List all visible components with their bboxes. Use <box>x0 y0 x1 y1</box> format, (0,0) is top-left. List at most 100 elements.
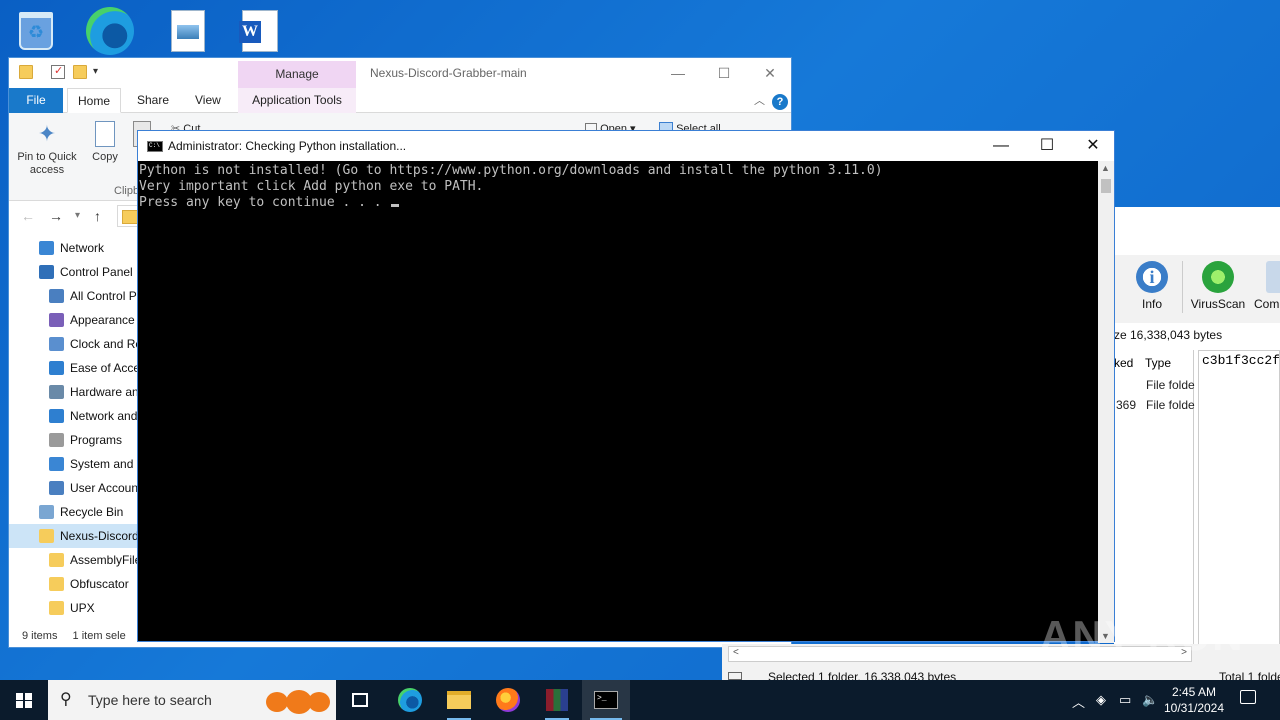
clipboard-group-label: Clipb <box>114 185 140 197</box>
recent-locations-icon[interactable]: ▾ <box>75 210 80 221</box>
start-button[interactable] <box>0 680 48 720</box>
tab-file[interactable]: File <box>9 88 63 113</box>
tab-home[interactable]: Home <box>67 88 122 113</box>
toolbar-divider <box>1182 261 1183 313</box>
volume-icon[interactable]: 🔈 <box>1142 692 1158 708</box>
taskbar-command-prompt[interactable]: >_ <box>582 680 630 720</box>
pin-icon: ✦ <box>37 121 57 146</box>
tab-view[interactable]: View <box>185 88 231 113</box>
up-arrow-icon[interactable]: ↑ <box>94 208 101 224</box>
explorer-minimize-button[interactable]: — <box>655 62 701 84</box>
scroll-thumb[interactable] <box>1101 179 1111 193</box>
explorer-maximize-button[interactable]: ☐ <box>701 62 747 84</box>
tree-item[interactable]: UPX <box>49 596 139 620</box>
console-window[interactable]: Administrator: Checking Python installat… <box>137 130 1115 643</box>
virusscan-button[interactable]: VirusScan <box>1190 261 1246 311</box>
tree-item[interactable]: Obfuscator <box>49 572 139 596</box>
taskbar-search-box[interactable]: ⚲ Type here to search <box>48 680 336 720</box>
tree-item-icon <box>49 577 64 591</box>
ribbon-tabs: File Home Share View Application Tools ︿… <box>9 88 791 113</box>
row-1-type: File folde <box>1146 378 1195 392</box>
folder-icon <box>19 65 33 79</box>
tab-application-tools[interactable]: Application Tools <box>238 88 356 113</box>
properties-icon[interactable] <box>51 64 65 79</box>
console-close-button[interactable]: ✕ <box>1070 131 1116 161</box>
tree-item[interactable]: AssemblyFile <box>49 548 139 572</box>
tree-item-label: UPX <box>70 601 95 615</box>
help-icon[interactable]: ? <box>772 94 788 110</box>
explorer-title-bar: ▾ Manage Nexus-Discord-Grabber-main — ☐ … <box>9 58 791 88</box>
tree-item-label: Network <box>60 241 105 255</box>
tree-item[interactable]: Hardware an <box>49 380 139 404</box>
console-line-2: Very important click Add python exe to P… <box>139 179 484 194</box>
tab-share[interactable]: Share <box>127 88 179 113</box>
copy-icon <box>95 121 115 147</box>
task-view-button[interactable] <box>336 680 384 720</box>
windows-logo-icon <box>16 693 32 708</box>
edge-icon <box>398 688 422 712</box>
selected-count: 1 item sele <box>72 630 126 642</box>
console-output[interactable]: Python is not installed! (Go to https://… <box>138 161 1100 643</box>
column-type[interactable]: Type <box>1145 356 1171 370</box>
back-arrow-icon[interactable]: ← <box>21 208 35 224</box>
winrar-icon <box>546 689 568 711</box>
comment-label: Com <box>1254 297 1280 311</box>
console-title-bar[interactable]: Administrator: Checking Python installat… <box>138 131 1114 161</box>
halloween-pumpkin-icon[interactable] <box>256 686 332 716</box>
quick-access-dropdown-icon[interactable]: ▾ <box>93 66 98 77</box>
tree-item-label: Control Panel <box>60 265 133 279</box>
word-document-icon[interactable]: W <box>236 6 284 56</box>
manage-tab[interactable]: Manage <box>238 61 356 88</box>
pin-to-quick-access-button[interactable]: ✦ Pin to Quick access <box>15 121 79 177</box>
tree-item[interactable]: Network <box>39 236 139 260</box>
show-hidden-icons-icon[interactable]: ︿ <box>1072 692 1085 711</box>
comment-icon <box>1266 261 1280 293</box>
column-packed[interactable]: ked <box>1114 356 1133 370</box>
tree-item[interactable]: Control Panel <box>39 260 139 284</box>
taskbar-winrar[interactable] <box>533 680 581 720</box>
info-button[interactable]: i Info <box>1132 261 1172 311</box>
taskbar-clock[interactable]: 2:45 AM 10/31/2024 <box>1162 684 1226 716</box>
console-maximize-button[interactable]: ☐ <box>1024 131 1070 161</box>
edge-desktop-icon[interactable] <box>86 6 134 56</box>
tree-item-icon <box>49 553 64 567</box>
tree-item-label: System and S <box>70 457 139 471</box>
tree-item[interactable]: System and S <box>49 452 139 476</box>
recycle-bin-icon[interactable] <box>12 6 60 56</box>
comment-button[interactable]: Com <box>1254 261 1280 311</box>
console-scrollbar[interactable]: ▲ ▼ <box>1098 161 1114 643</box>
virusscan-label: VirusScan <box>1190 297 1246 311</box>
network-icon[interactable]: ▭ <box>1119 692 1131 708</box>
console-minimize-button[interactable]: — <box>978 131 1024 161</box>
tree-item-icon <box>49 457 64 471</box>
tree-item[interactable]: Programs <box>49 428 139 452</box>
taskbar-firefox[interactable] <box>484 680 532 720</box>
new-folder-icon[interactable] <box>73 65 87 79</box>
collapse-ribbon-icon[interactable]: ︿ <box>754 92 765 108</box>
hash-panel: c3b1f3cc2f <box>1198 350 1280 648</box>
tree-item[interactable]: Nexus-Discord <box>9 524 139 548</box>
taskbar-file-explorer[interactable] <box>435 680 483 720</box>
scroll-up-icon[interactable]: ▲ <box>1101 163 1110 173</box>
notification-center-icon[interactable] <box>1240 690 1256 704</box>
taskbar-edge[interactable] <box>386 680 434 720</box>
tree-item[interactable]: Clock and Re <box>49 332 139 356</box>
tree-item-label: Hardware an <box>70 385 139 399</box>
tree-item[interactable]: Recycle Bin <box>39 500 139 524</box>
folder-icon <box>447 691 471 709</box>
tree-item-icon <box>49 601 64 615</box>
scroll-left-icon[interactable]: < <box>733 647 739 658</box>
tree-item[interactable]: Network and <box>49 404 139 428</box>
copy-button[interactable]: Copy <box>87 121 123 164</box>
search-placeholder: Type here to search <box>88 692 212 708</box>
image-file-icon[interactable] <box>164 6 212 56</box>
tree-item[interactable]: User Accoun <box>49 476 139 500</box>
explorer-close-button[interactable]: ✕ <box>747 62 793 84</box>
security-icon[interactable]: ◈ <box>1096 692 1106 708</box>
forward-arrow-icon[interactable]: → <box>49 208 63 224</box>
tree-item[interactable]: Ease of Acces <box>49 356 139 380</box>
tree-item[interactable]: All Control P <box>49 284 139 308</box>
tree-item-label: Ease of Acces <box>70 361 139 375</box>
tree-item[interactable]: Appearance a <box>49 308 139 332</box>
drive-icon <box>728 672 742 680</box>
